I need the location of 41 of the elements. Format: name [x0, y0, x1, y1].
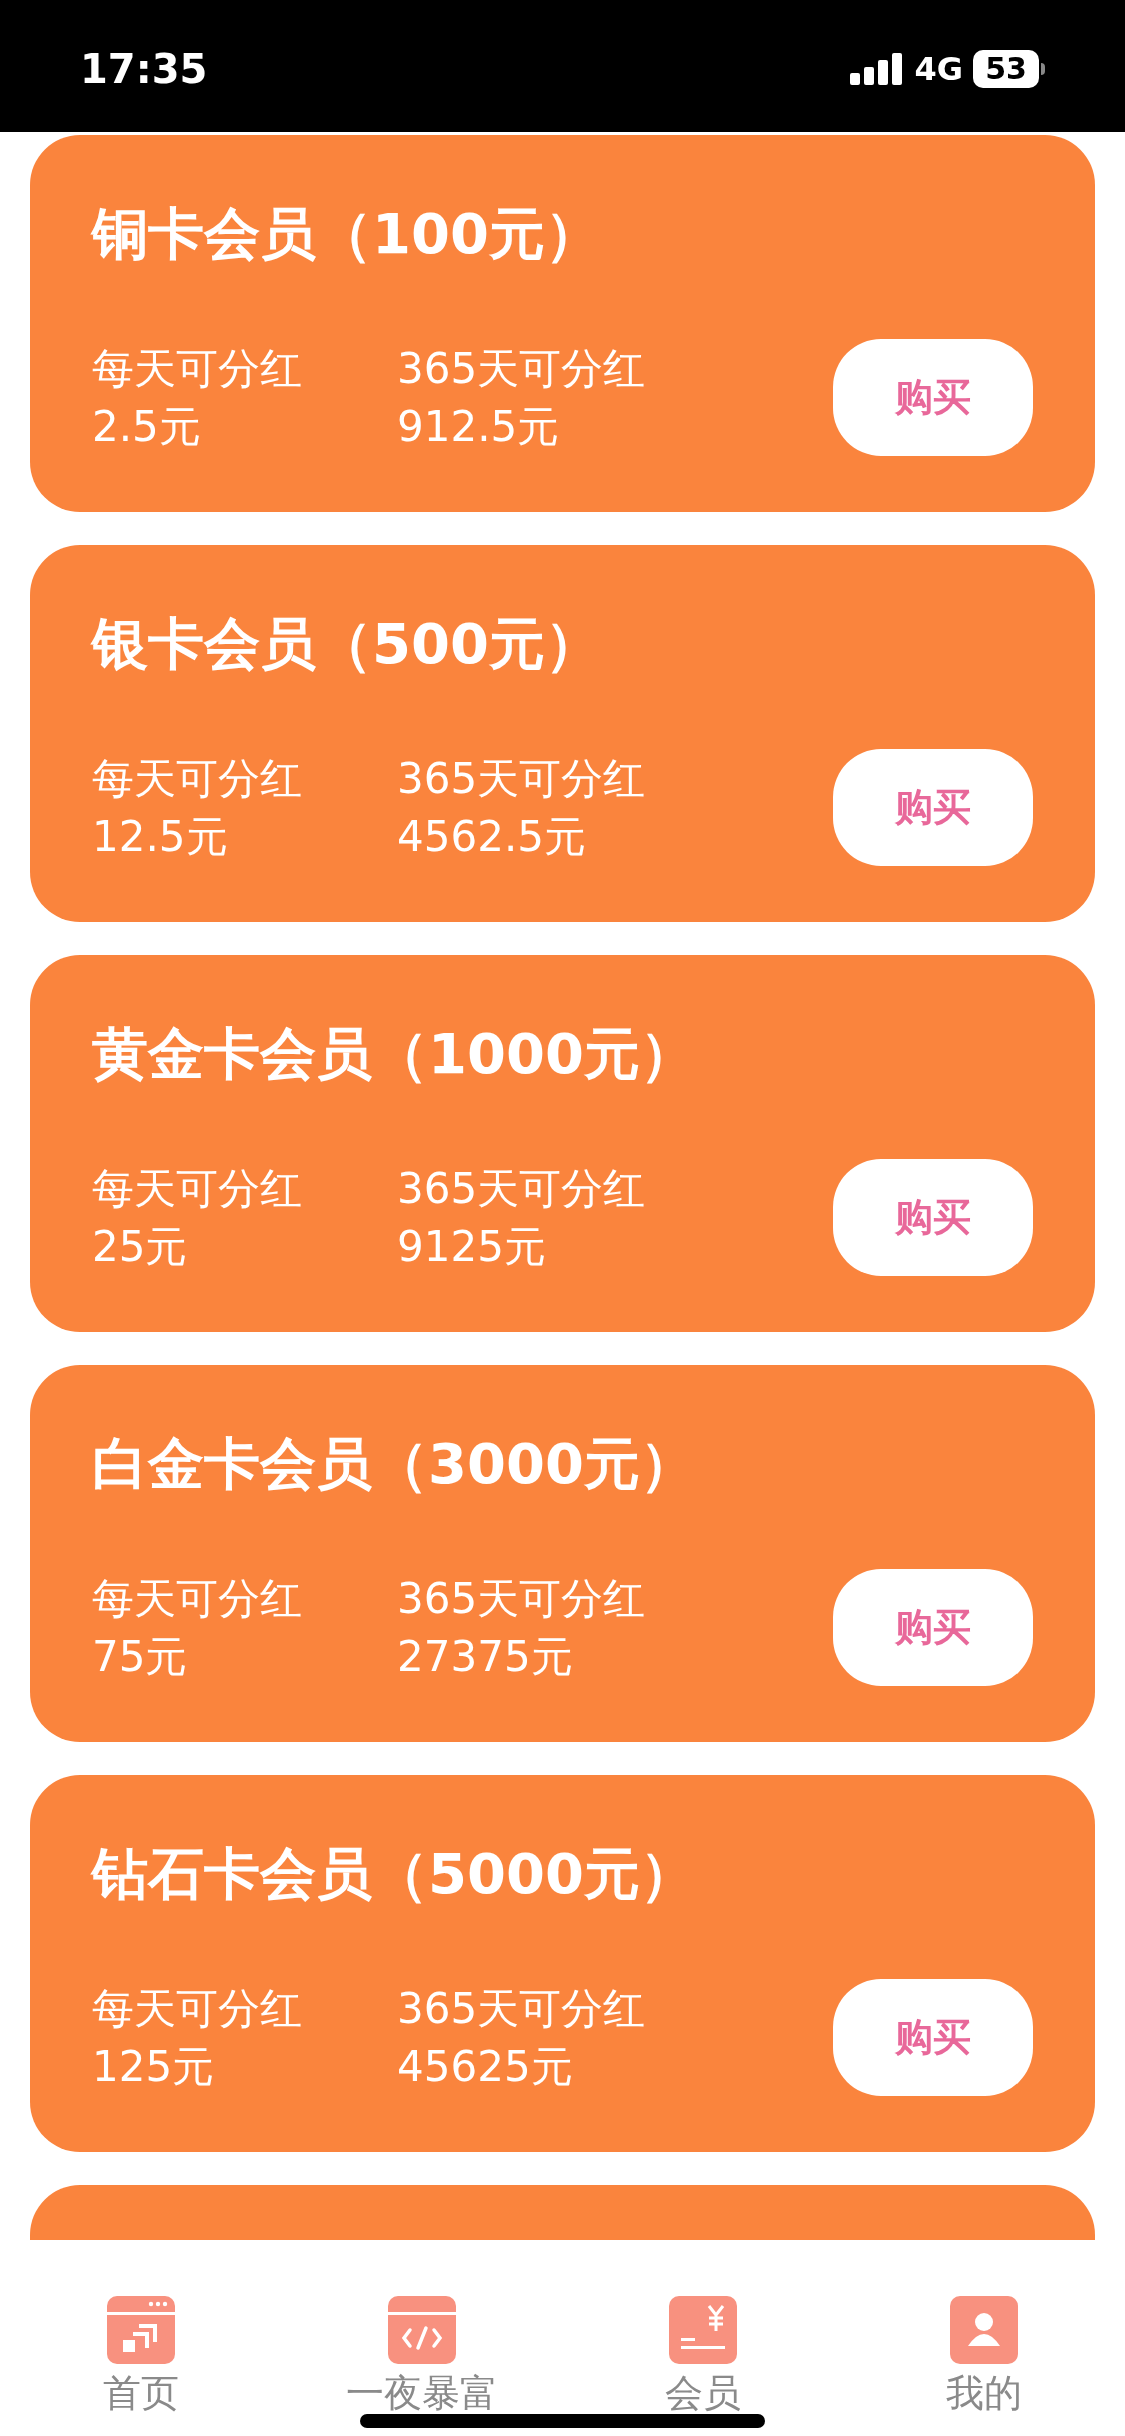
- stat-value: 27375元: [397, 1630, 574, 1683]
- stat-label: 365天可分红: [397, 752, 647, 805]
- stat-label: 每天可分红: [92, 752, 303, 805]
- buy-button[interactable]: 购买: [833, 1159, 1033, 1276]
- card-title: 钻石卡会员（5000元）: [92, 1840, 697, 1908]
- stat-label: 每天可分红: [92, 1572, 303, 1625]
- card-title: 银卡会员（500元）: [92, 610, 602, 678]
- buy-button[interactable]: 购买: [833, 749, 1033, 866]
- stat-label: 每天可分红: [92, 1162, 303, 1215]
- window-icon: [106, 2296, 175, 2364]
- stat-value: 45625元: [397, 2040, 574, 2093]
- stat-value: 125元: [92, 2040, 216, 2093]
- buy-button[interactable]: 购买: [833, 1979, 1033, 2096]
- tab-item[interactable]: 我的: [843, 2296, 1125, 2418]
- stat-value: 75元: [92, 1630, 189, 1683]
- card-title: 黄金卡会员（1000元）: [92, 1020, 697, 1088]
- stat-value: 912.5元: [397, 400, 561, 453]
- card-title: 铜卡会员（100元）: [92, 200, 602, 268]
- buy-button[interactable]: 购买: [833, 1569, 1033, 1686]
- stat-value: 2.5元: [92, 400, 202, 453]
- stat-label: 每天可分红: [92, 342, 303, 395]
- status-time: 17:35: [80, 44, 208, 94]
- stat-label: 365天可分红: [397, 1572, 647, 1625]
- stat-label: 365天可分红: [397, 1982, 647, 2035]
- signal-icon: [850, 52, 905, 85]
- tab-item[interactable]: 会员: [562, 2296, 844, 2418]
- card-title: 白金卡会员（3000元）: [92, 1430, 697, 1498]
- stat-value: 12.5元: [92, 810, 229, 863]
- buy-button[interactable]: 购买: [833, 339, 1033, 456]
- stat-value: 9125元: [397, 1220, 547, 1273]
- code-icon: [387, 2296, 456, 2364]
- person-icon: [950, 2296, 1019, 2364]
- yen-icon: [669, 2296, 738, 2364]
- stat-value: 25元: [92, 1220, 189, 1273]
- stat-label: 365天可分红: [397, 342, 647, 395]
- tab-item[interactable]: 首页: [0, 2296, 282, 2418]
- network-label: 4G: [914, 48, 963, 90]
- stat-value: 4562.5元: [397, 810, 587, 863]
- stat-label: 365天可分红: [397, 1162, 647, 1215]
- stat-label: 每天可分红: [92, 1982, 303, 2035]
- battery-indicator: 53: [973, 49, 1039, 88]
